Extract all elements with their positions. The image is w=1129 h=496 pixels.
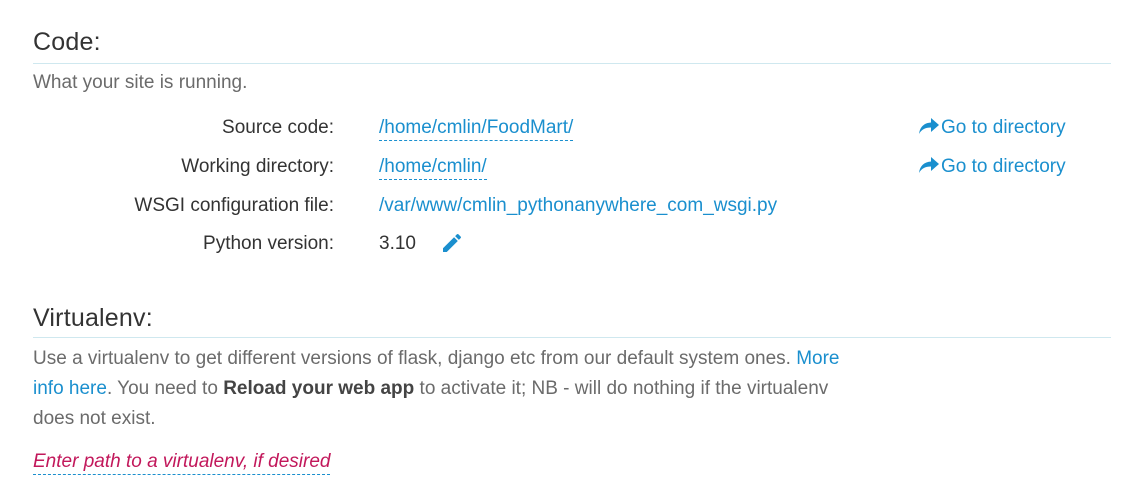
virtualenv-text-before: Use a virtualenv to get different versio… [33,348,797,369]
wsgi-config-file-link[interactable]: /var/www/cmlin_pythonanywhere_com_wsgi.p… [379,195,777,217]
working-directory-path-link[interactable]: /home/cmlin/ [379,156,487,180]
python-version-row: Python version: 3.10 [0,233,1129,263]
virtualenv-section-divider [33,337,1111,338]
virtualenv-description: Use a virtualenv to get different versio… [33,344,873,434]
source-code-go-to-directory-link[interactable]: Go to directory [918,117,1066,139]
working-directory-row: Working directory: /home/cmlin/ Go to di… [0,156,1129,186]
working-directory-label: Working directory: [181,156,334,177]
wsgi-config-row: WSGI configuration file: /var/www/cmlin_… [0,195,1129,225]
virtualenv-path-input[interactable]: Enter path to a virtualenv, if desired [33,451,331,475]
source-code-path-link[interactable]: /home/cmlin/FoodMart/ [379,117,574,141]
code-section-divider [33,63,1111,64]
python-version-value: 3.10 [379,233,416,254]
working-directory-go-to-directory-link[interactable]: Go to directory [918,156,1066,178]
source-code-label: Source code: [222,117,334,138]
pencil-icon[interactable] [440,231,464,260]
go-to-directory-label: Go to directory [941,117,1066,138]
reload-web-app-emphasis: Reload your web app [223,378,415,399]
share-arrow-icon [919,118,939,134]
code-section-description: What your site is running. [33,72,248,93]
go-to-directory-label: Go to directory [941,156,1066,177]
wsgi-config-label: WSGI configuration file: [134,195,334,216]
source-code-row: Source code: /home/cmlin/FoodMart/ Go to… [0,117,1129,147]
virtualenv-section-title: Virtualenv: [33,304,153,332]
share-arrow-icon [919,157,939,173]
virtualenv-text-middle: . You need to [106,378,224,399]
code-section-title: Code: [33,28,101,56]
python-version-label: Python version: [203,233,334,254]
